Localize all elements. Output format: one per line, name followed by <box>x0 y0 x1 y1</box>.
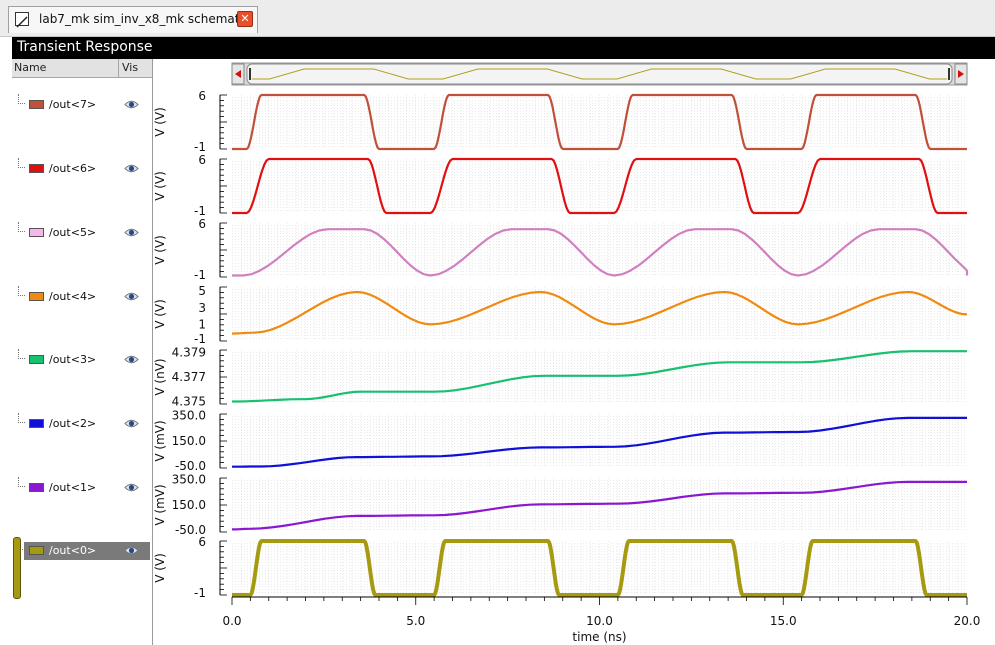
y-tick-label: -1 <box>194 332 206 346</box>
color-swatch[interactable] <box>29 164 44 173</box>
eye-icon[interactable] <box>124 543 139 558</box>
waveform-strip[interactable]: V (nV) 4.379 4.377 4.375 <box>153 345 967 409</box>
signal-row[interactable]: /out<1> <box>12 477 152 497</box>
signal-row[interactable]: /out<2> <box>12 413 152 433</box>
color-swatch[interactable] <box>29 419 44 428</box>
color-swatch[interactable] <box>29 292 44 301</box>
y-tick-label: 3 <box>198 301 206 315</box>
editor-tab[interactable]: lab7_mk sim_inv_x8_mk schematic ✕ <box>8 6 258 33</box>
eye-icon[interactable] <box>124 225 139 240</box>
tab-title: lab7_mk sim_inv_x8_mk schematic <box>39 12 250 26</box>
waveform-plot[interactable]: V (V)6-1V (V)6-1V (V)6-1V (V)531-1V (nV)… <box>152 59 995 645</box>
x-tick-label: 15.0 <box>770 614 797 628</box>
y-axis-label: V (V) <box>153 553 167 583</box>
y-tick-label: 4.375 <box>172 395 206 409</box>
signal-label: /out<5> <box>49 226 97 239</box>
tree-connector <box>18 158 25 168</box>
eye-icon[interactable] <box>124 416 139 431</box>
waveform-strip[interactable]: V (V) 6 -1 <box>153 153 967 218</box>
editor-tab-bar: lab7_mk sim_inv_x8_mk schematic ✕ <box>0 0 995 37</box>
y-axis-label: V (mV) <box>153 484 167 525</box>
y-tick-label: -1 <box>194 204 206 218</box>
eye-icon[interactable] <box>124 352 139 367</box>
y-tick-label: 350.0 <box>172 408 206 422</box>
y-tick-label: 350.0 <box>172 472 206 486</box>
window-title-bar: Transient Response <box>12 37 995 59</box>
waveform-strip[interactable]: V (V) 6 -1 <box>153 89 967 154</box>
x-axis-label: time (ns) <box>572 630 626 644</box>
waveform-strip[interactable]: V (V) 5 3 1-1 <box>153 284 968 346</box>
y-tick-label: 150.0 <box>172 498 206 512</box>
eye-icon[interactable] <box>124 289 139 304</box>
signal-row[interactable]: /out<7> <box>12 94 152 114</box>
waveform-strip[interactable]: V (V) 6 -1 <box>153 535 967 600</box>
y-tick-label: 6 <box>198 89 206 103</box>
signal-row[interactable]: /out<6> <box>12 158 152 178</box>
waveform-strip[interactable]: V (mV)350.0150.0-50.0 <box>153 472 967 537</box>
tree-connector <box>18 94 25 104</box>
overview-thumb[interactable] <box>246 63 953 85</box>
eye-icon[interactable] <box>124 97 139 112</box>
signal-label: /out<0> <box>49 544 97 557</box>
signal-label: /out<6> <box>49 162 97 175</box>
y-tick-label: -1 <box>194 140 206 154</box>
tree-connector <box>18 222 25 232</box>
color-swatch[interactable] <box>29 228 44 237</box>
tree-connector <box>18 413 25 423</box>
y-tick-label: 4.377 <box>172 370 206 384</box>
name-column-header[interactable]: Name <box>14 61 46 74</box>
y-axis-label: V (nV) <box>153 358 167 395</box>
signal-label: /out<3> <box>49 353 97 366</box>
signal-row[interactable]: /out<0> <box>12 540 152 560</box>
y-tick-label: 4.379 <box>172 345 206 359</box>
y-axis-label: V (mV) <box>153 420 167 461</box>
signal-label: /out<4> <box>49 290 97 303</box>
y-tick-label: -1 <box>194 268 206 282</box>
y-axis-label: V (V) <box>153 235 167 265</box>
tree-connector <box>18 477 25 487</box>
y-tick-label: 6 <box>198 217 206 231</box>
y-tick-label: 150.0 <box>172 434 206 448</box>
color-swatch[interactable] <box>29 483 44 492</box>
x-tick-label: 0.0 <box>222 614 241 628</box>
window-title: Transient Response <box>17 39 153 55</box>
y-tick-label: 6 <box>198 535 206 549</box>
x-tick-label: 5.0 <box>406 614 425 628</box>
tree-connector <box>18 349 25 359</box>
signal-label: /out<7> <box>49 98 97 111</box>
signal-row[interactable]: /out<4> <box>12 286 152 306</box>
color-swatch[interactable] <box>29 546 44 555</box>
tree-connector <box>18 286 25 296</box>
signal-list-header: Name Vis <box>12 59 152 78</box>
y-tick-label: 1 <box>198 317 206 331</box>
close-icon[interactable]: ✕ <box>237 11 253 27</box>
color-swatch[interactable] <box>29 100 44 109</box>
waveform-strip[interactable]: V (V) 6 -1 <box>153 217 969 282</box>
signal-label: /out<1> <box>49 481 97 494</box>
y-tick-label: 6 <box>198 153 206 167</box>
signal-row[interactable]: /out<3> <box>12 349 152 369</box>
eye-icon[interactable] <box>124 161 139 176</box>
y-axis-label: V (V) <box>153 171 167 201</box>
schematic-icon <box>15 12 29 28</box>
y-tick-label: 5 <box>198 284 206 298</box>
waveform-strip[interactable]: V (mV) 350.0 150.0 -50.0 <box>153 408 967 473</box>
y-tick-label: -1 <box>194 586 206 600</box>
column-divider[interactable] <box>118 59 119 77</box>
vis-column-header[interactable]: Vis <box>122 61 138 74</box>
y-axis-label: V (V) <box>153 107 167 137</box>
x-tick-label: 10.0 <box>586 614 613 628</box>
eye-icon[interactable] <box>124 480 139 495</box>
y-tick-label: -50.0 <box>175 459 206 473</box>
x-tick-label: 20.0 <box>954 614 981 628</box>
signal-row[interactable]: /out<5> <box>12 222 152 242</box>
signal-label: /out<2> <box>49 417 97 430</box>
y-axis-label: V (V) <box>153 299 167 329</box>
color-swatch[interactable] <box>29 355 44 364</box>
selection-marker <box>13 537 21 599</box>
